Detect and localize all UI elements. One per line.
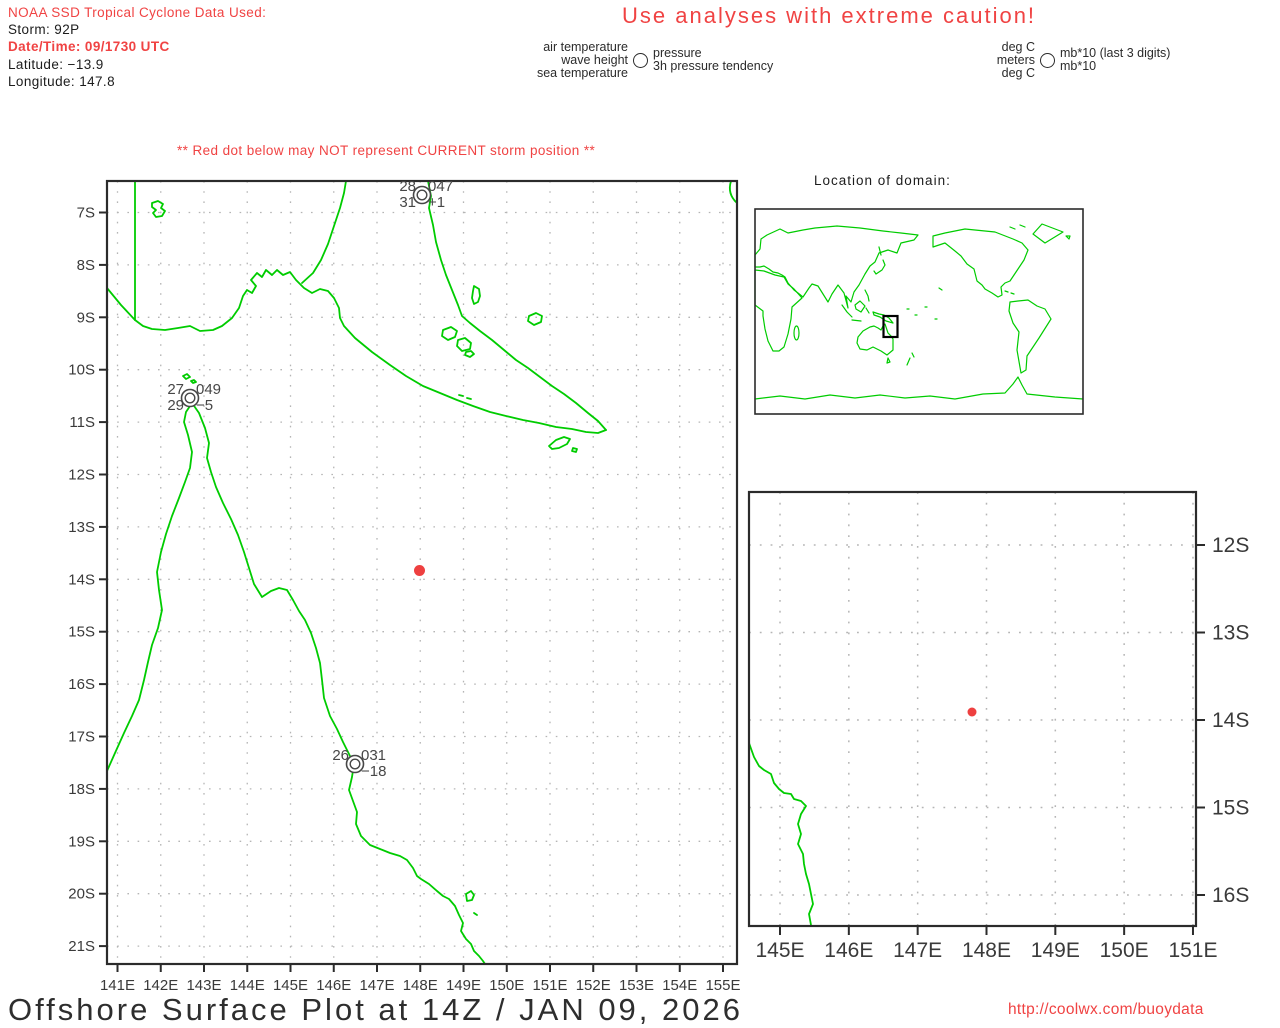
world-antarctica [755,377,1083,399]
island-west-png [152,201,165,217]
caution-banner: Use analyses with extreme caution! [622,3,1036,29]
world-madagascar [794,326,799,340]
station-plots: 28 047 31 +1 27 049 29 −5 26 031−18 [167,178,453,780]
y-axis-tick-label: 20S [68,886,95,903]
inset-y-axis-tick-label: 14S [1212,709,1249,732]
legend-air-temperature: air temperature [518,41,628,54]
legend-unit-mb: mb*10 [1060,60,1170,73]
inset-x-axis-tick-label: 148E [962,939,1011,962]
legend-unit-degc-sea: deg C [989,67,1035,80]
station-circle-icon [633,53,648,68]
y-axis-tick-label: 12S [68,467,95,484]
world-eurasia [755,226,918,308]
y-axis-tick-label: 17S [68,729,95,746]
inset-x-axis-tick-label: 150E [1100,939,1149,962]
inset-x-axis-tick-label: 145E [755,939,804,962]
zoom-inset-coastline [749,743,813,925]
y-axis-tick-label: 11S [69,414,95,431]
station-pressure-tendency: +1 [428,194,445,211]
inset-y-axis-tick-label: 15S [1212,797,1249,820]
storm-position-dot-inset [968,708,977,717]
queensland-west-coast [107,403,192,771]
y-axis-tick-label: 7S [77,205,95,222]
station-pressure: 031 [361,747,386,764]
zoom-inset-axes: 145E 146E 147E 148E 149E 150E 151E 12S 13S 14S 15S… [755,534,1249,962]
station-air-temperature: 27 [167,381,184,398]
station-sea-temperature: 31 [399,194,416,211]
station-pressure-tendency: −5 [196,397,213,414]
world-map-frame [755,209,1083,414]
info-line-source: NOAA SSD Tropical Cyclone Data Used: [8,4,266,21]
world-iceland [1066,236,1070,239]
main-map-axes: 141E142E143E144E145E146E147E148E149E150E… [68,205,740,995]
y-axis-tick-label: 21S [68,938,95,955]
info-line-latitude: Latitude: −13.9 [8,56,266,73]
inset-x-axis-tick-label: 146E [824,939,873,962]
y-axis-tick-label: 18S [68,781,95,798]
station-pressure: 047 [428,178,453,195]
station-circle-icon [1040,53,1055,68]
world-australia [857,324,893,355]
world-arctic-islands [1010,225,1025,229]
source-url: http://coolwx.com/buoydata [1008,1001,1204,1019]
indonesia-coast [107,288,135,320]
islands-tiny-marks [459,395,471,399]
world-south-america [1009,300,1051,373]
islands-louisiade [549,437,577,452]
weather-plot-page: 141E142E143E144E145E146E147E148E149E150E… [0,0,1280,1024]
inset-y-axis-tick-label: 12S [1212,534,1249,557]
world-pacific-islands [907,288,1014,319]
y-axis-tick-label: 16S [68,676,95,693]
world-greenland [1033,224,1063,243]
storm-info-block: NOAA SSD Tropical Cyclone Data Used: Sto… [8,4,266,90]
station-pressure-tendency: −18 [361,763,386,780]
y-axis-tick-label: 13S [68,519,95,536]
station-legend-units: deg C meters deg C mb*10 (last 3 digits)… [989,41,1170,80]
new-guinea-north-coast [428,181,606,430]
station-air-temperature: 28 [399,178,416,195]
island-group-dentrecasteaux [442,327,474,357]
legend-unit-meters: meters [989,54,1035,67]
world-indonesia [842,290,869,321]
info-line-datetime: Date/Time: 09/1730 UTC [8,38,266,55]
y-axis-tick-label: 8S [77,257,95,274]
island-ne [472,286,480,304]
world-tasmania [887,358,890,363]
inset-y-axis-tick-label: 16S [1212,884,1249,907]
island-oval [528,313,542,325]
queensland-east-coast [192,403,485,964]
inset-x-axis-tick-label: 147E [893,939,942,962]
world-north-america [933,229,1028,297]
station-legend-variables: air temperature wave height sea temperat… [518,41,773,80]
inset-x-axis-tick-label: 149E [1031,939,1080,962]
inset-x-axis-tick-label: 151E [1168,939,1217,962]
y-axis-tick-label: 15S [68,624,95,641]
islands-torres-strait [183,374,196,383]
y-axis-tick-label: 14S [68,571,95,588]
y-axis-tick-label: 9S [77,309,95,326]
inset-y-axis-tick-label: 13S [1212,622,1249,645]
info-line-storm: Storm: 92P [8,21,266,38]
plot-title: Offshore Surface Plot at 14Z / JAN 09, 2… [8,992,743,1028]
station-pressure: 049 [196,381,221,398]
world-map-coastlines [755,224,1083,399]
world-new-zealand [907,353,914,365]
red-dot-warning: ** Red dot below may NOT represent CURRE… [177,143,595,158]
domain-inset-title: Location of domain: [814,173,951,188]
legend-sea-temperature: sea temperature [518,67,628,80]
y-axis-tick-label: 10S [68,362,95,379]
station-air-temperature: 26 [332,747,349,764]
storm-position-dot [414,565,425,576]
fly-river [302,181,346,283]
y-axis-tick-label: 19S [68,833,95,850]
islands-hinchinbrook [466,891,477,915]
legend-wave-height: wave height [518,54,628,67]
legend-unit-degc-air: deg C [989,41,1035,54]
station-sea-temperature: 29 [167,397,184,414]
info-line-longitude: Longitude: 147.8 [8,73,266,90]
legend-pressure-tendency: 3h pressure tendency [653,60,773,73]
